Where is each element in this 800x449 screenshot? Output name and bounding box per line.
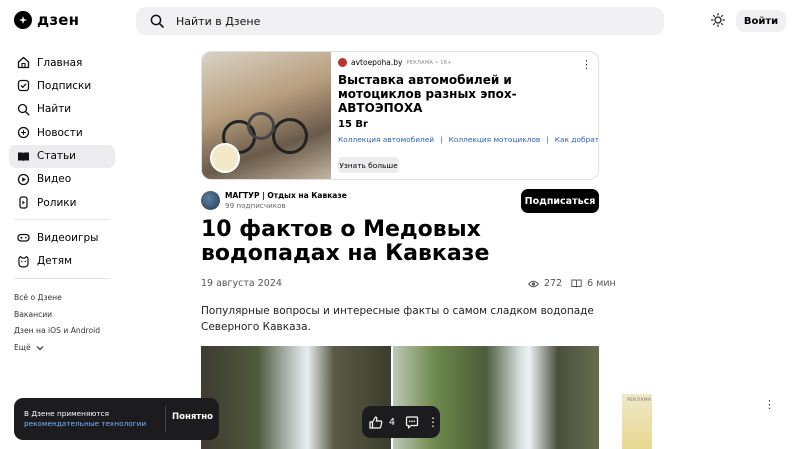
search-input[interactable]: Найти в Дзене (176, 15, 260, 28)
kids-icon (17, 255, 30, 268)
channel-name[interactable]: МАГТУР | Отдых на Кавказе (225, 191, 347, 200)
ad-learn-more-button[interactable]: Узнать больше (338, 157, 399, 173)
article-title: 10 фактов о Медовых водопадах на Кавказе (201, 217, 490, 266)
eye-icon (528, 280, 539, 287)
article-stats: 272 6 мин (528, 278, 616, 289)
sidebar-item-video[interactable]: Видео (9, 168, 115, 191)
search-bar[interactable]: Найти в Дзене (136, 7, 664, 35)
ad-image-motorcycles[interactable] (202, 52, 331, 179)
login-button[interactable]: Войти (736, 10, 786, 32)
ad-link-motorcycles[interactable]: Коллекция мотоциклов (449, 135, 541, 144)
sidebar-item-label: Детям (37, 255, 73, 268)
ad-source-domain[interactable]: avtoepoha.by (351, 58, 402, 67)
search-icon (17, 103, 30, 116)
side-ad-label: РЕКЛАМА (627, 398, 652, 403)
sidebar-item-home[interactable]: Главная (9, 51, 115, 74)
sidebar-item-label: Видеоигры (37, 231, 99, 244)
footer-link-apps[interactable]: Дзен на iOS и Android (14, 324, 100, 341)
subscriptions-icon (17, 79, 30, 92)
channel-subscribers: 99 подписчиков (225, 201, 286, 210)
channel-avatar[interactable] (201, 191, 220, 210)
sidebar-item-label: Найти (37, 103, 72, 116)
ad-price: 15 Br (338, 119, 368, 130)
sidebar-item-news[interactable]: Новости (9, 121, 115, 144)
like-count: 4 (389, 416, 396, 428)
sidebar-item-label: Видео (37, 173, 72, 186)
ad-label: РЕКЛАМА • 16+ (406, 59, 452, 66)
ad-source: avtoepoha.by РЕКЛАМА • 16+ (338, 58, 590, 67)
ad-link-directions[interactable]: Как добраться (555, 135, 598, 144)
sidebar-item-label: Новости (37, 126, 83, 139)
sidebar-nav: Главная Подписки Найти Новости Статьи Ви… (9, 51, 115, 285)
gamepad-icon (17, 231, 30, 244)
dzen-logo-icon (14, 11, 32, 29)
sidebar-item-subscriptions[interactable]: Подписки (9, 74, 115, 97)
ad-links: Коллекция автомобилей | Коллекция мотоци… (338, 135, 598, 144)
sidebar-item-shorts[interactable]: Ролики (9, 191, 115, 214)
ad-content: avtoepoha.by РЕКЛАМА • 16+ Выставка авто… (338, 58, 598, 144)
sidebar-item-articles[interactable]: Статьи (9, 144, 115, 168)
ad-more-options-icon[interactable]: ⋮ (581, 58, 592, 71)
comment-icon[interactable] (405, 415, 419, 429)
sidebar-item-videogames[interactable]: Видеоигры (9, 226, 115, 249)
article-views: 272 (544, 278, 563, 289)
banner-divider (165, 406, 166, 432)
video-icon (17, 173, 30, 186)
side-ad-more-options-icon[interactable]: ⋮ (764, 398, 775, 411)
article-lead: Популярные вопросы и интересные факты о … (201, 305, 594, 333)
ad-link-cars[interactable]: Коллекция автомобилей (338, 135, 434, 144)
chevron-down-icon (36, 345, 44, 350)
articles-icon (17, 150, 30, 163)
more-options-icon[interactable]: ⋮ (427, 415, 439, 429)
sidebar-item-label: Статьи (37, 150, 77, 163)
sidebar-item-label: Ролики (37, 196, 77, 209)
ad-card[interactable]: avtoepoha.by РЕКЛАМА • 16+ Выставка авто… (201, 51, 599, 180)
article-read-time: 6 мин (587, 278, 616, 289)
banner-text: В Дзене применяются рекомендательные тех… (24, 409, 146, 429)
ad-badge-logo (210, 143, 240, 173)
article-action-bar: 4 ⋮ (362, 406, 440, 438)
sidebar-footer-links: Всё о Дзене Вакансии Дзен на iOS и Andro… (14, 291, 100, 357)
like-icon[interactable] (369, 415, 383, 429)
recommendations-banner: В Дзене применяются рекомендательные тех… (14, 398, 219, 440)
shorts-icon (17, 196, 30, 209)
ad-favicon-icon (338, 58, 347, 67)
logo-text: дзен (37, 11, 80, 29)
dzen-logo[interactable]: дзен (14, 11, 79, 29)
sidebar-item-label: Подписки (37, 79, 92, 92)
footer-link-about[interactable]: Всё о Дзене (14, 291, 100, 308)
banner-link[interactable]: рекомендательные технологии (24, 419, 146, 428)
sidebar-item-search[interactable]: Найти (9, 98, 115, 121)
sun-icon[interactable] (711, 13, 725, 27)
footer-link-more[interactable]: Ещё (14, 341, 100, 358)
news-icon (17, 126, 30, 139)
footer-link-vacancies[interactable]: Вакансии (14, 308, 100, 325)
footer-more-label: Ещё (14, 342, 31, 352)
home-icon (17, 56, 30, 69)
ad-link-divider: | (440, 135, 443, 144)
sidebar-divider (14, 219, 110, 221)
ad-title[interactable]: Выставка автомобилей и мотоциклов разных… (338, 73, 588, 115)
article-date: 19 августа 2024 (201, 278, 282, 289)
search-icon (150, 14, 164, 28)
book-icon (571, 279, 582, 288)
banner-message: В Дзене применяются (24, 409, 110, 418)
sidebar-divider (14, 277, 110, 279)
banner-accept-button[interactable]: Понятно (172, 412, 213, 422)
subscribe-button[interactable]: Подписаться (521, 189, 599, 213)
ad-link-divider: | (546, 135, 549, 144)
sidebar-item-kids[interactable]: Детям (9, 250, 115, 273)
sidebar-item-label: Главная (37, 56, 83, 69)
